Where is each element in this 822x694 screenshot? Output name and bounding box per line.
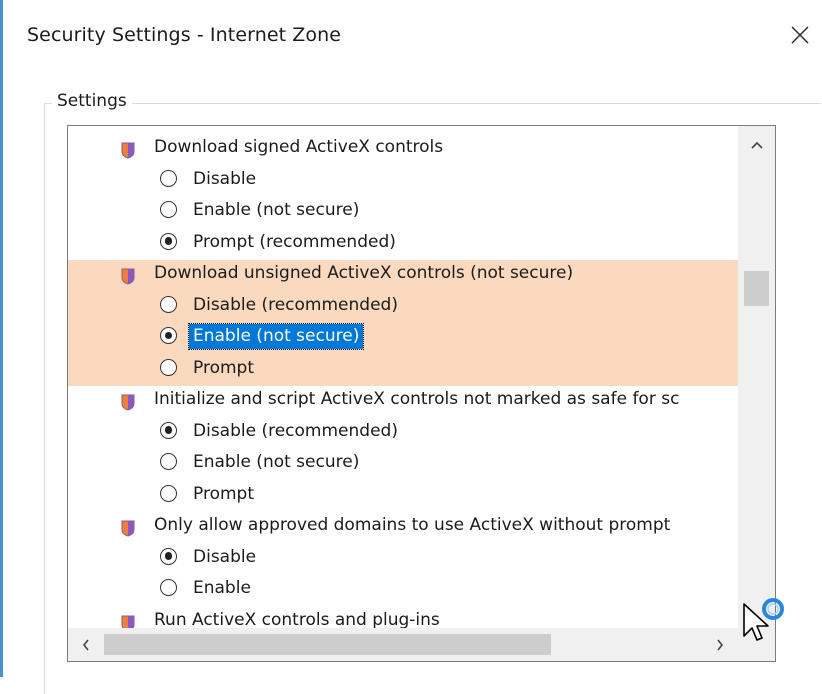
setting-option[interactable]: Prompt: [68, 479, 738, 511]
radio-button-checked[interactable]: [160, 232, 177, 250]
settings-tree[interactable]: Download signed ActiveX controls Disable E…: [67, 125, 776, 662]
scroll-left-button[interactable]: [68, 628, 104, 661]
radio-button[interactable]: [160, 295, 177, 313]
option-label: Prompt (recommended): [193, 231, 396, 252]
close-icon: [791, 26, 809, 44]
option-label: Disable: [193, 168, 257, 189]
chevron-left-icon: [82, 639, 89, 650]
radio-dot: [164, 331, 172, 339]
radio-button[interactable]: [160, 579, 177, 596]
radio-button-checked[interactable]: [160, 327, 177, 344]
option-label: Enable (not secure): [193, 452, 360, 472]
radio-button[interactable]: [160, 484, 177, 502]
option-label: Enable (not secure): [193, 200, 360, 220]
setting-option[interactable]: Disable: [68, 164, 738, 196]
shield-icon: [121, 517, 135, 537]
settings-tree-viewport: Download signed ActiveX controls Disable E…: [68, 126, 738, 628]
setting-category[interactable]: Download unsigned ActiveX controls (not …: [68, 258, 738, 290]
setting-category[interactable]: Only allow approved domains to use Activ…: [68, 510, 738, 542]
window-edge: [0, 0, 3, 677]
setting-category-label: Only allow approved domains to use Activ…: [154, 515, 671, 535]
setting-category[interactable]: Run ActiveX controls and plug-ins: [68, 605, 738, 629]
close-button[interactable]: [778, 16, 822, 54]
dialog-title: Security Settings - Internet Zone: [27, 24, 342, 46]
radio-dot: [164, 237, 172, 245]
radio-dot: [164, 426, 172, 434]
scroll-up-button[interactable]: [738, 126, 775, 164]
radio-button-checked[interactable]: [160, 421, 177, 439]
setting-option[interactable]: Prompt: [68, 353, 738, 385]
shield-icon: [121, 612, 135, 628]
option-label: Enable: [193, 578, 251, 598]
setting-category-label: Run ActiveX controls and plug-ins: [154, 609, 440, 629]
setting-option[interactable]: Enable (not secure): [68, 321, 738, 353]
setting-option[interactable]: Enable: [68, 573, 738, 605]
chevron-up-icon: [750, 141, 763, 149]
radio-button[interactable]: [160, 453, 177, 470]
radio-button[interactable]: [160, 169, 177, 187]
setting-option[interactable]: Enable (not secure): [68, 447, 738, 479]
setting-category-label: Download unsigned ActiveX controls (not …: [154, 263, 574, 283]
vertical-scroll-thumb[interactable]: [744, 271, 769, 306]
setting-option[interactable]: Disable (recommended): [68, 416, 738, 448]
shield-icon: [121, 391, 135, 411]
setting-category[interactable]: Initialize and script ActiveX controls n…: [68, 384, 738, 416]
horizontal-scroll-thumb[interactable]: [104, 634, 551, 655]
horizontal-scrollbar[interactable]: [68, 628, 738, 661]
option-label: Prompt: [193, 357, 254, 378]
option-label: Disable (recommended): [193, 420, 398, 441]
radio-button[interactable]: [160, 201, 177, 218]
shield-icon: [121, 265, 135, 285]
option-label: Prompt: [193, 483, 254, 504]
setting-option[interactable]: Enable (not secure): [68, 195, 738, 227]
vertical-scrollbar[interactable]: [738, 126, 775, 628]
selected-option-label: Enable (not secure): [187, 323, 365, 350]
setting-option[interactable]: Prompt (recommended): [68, 227, 738, 259]
setting-category-label: Initialize and script ActiveX controls n…: [154, 389, 680, 409]
setting-category[interactable]: Download signed ActiveX controls: [68, 132, 738, 164]
radio-button-checked[interactable]: [160, 547, 177, 565]
option-label: Disable (recommended): [193, 294, 398, 315]
option-label: Disable: [193, 546, 257, 567]
radio-button[interactable]: [160, 358, 177, 376]
busy-cursor-icon: [743, 598, 784, 641]
setting-category-label: Download signed ActiveX controls: [154, 137, 444, 157]
settings-group-legend: Settings: [52, 91, 132, 111]
radio-dot: [164, 552, 172, 560]
chevron-right-icon: [717, 639, 724, 650]
setting-option[interactable]: Disable (recommended): [68, 290, 738, 322]
scroll-right-button[interactable]: [702, 628, 738, 661]
setting-option[interactable]: Disable: [68, 542, 738, 574]
shield-icon: [121, 139, 135, 159]
